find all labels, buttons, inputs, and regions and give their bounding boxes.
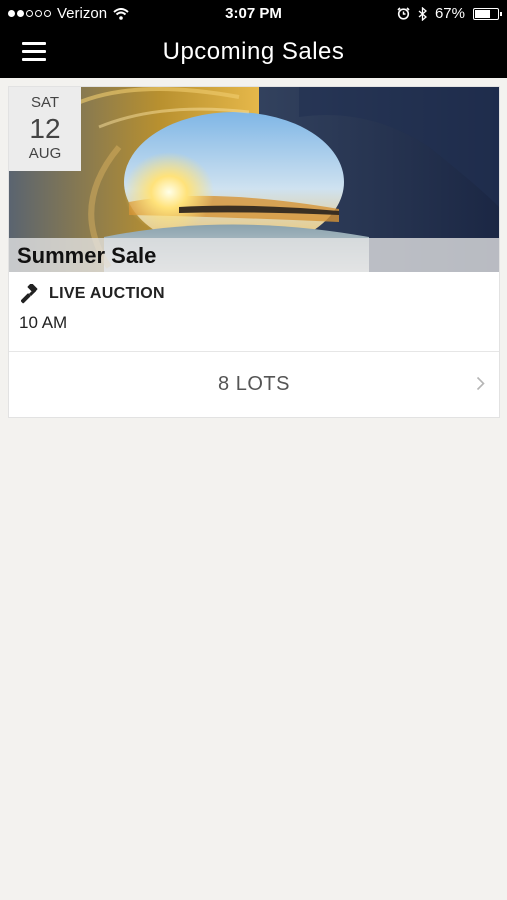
auction-type-label: LIVE AUCTION (49, 285, 165, 302)
sale-time: 10 AM (19, 313, 68, 332)
sale-title: Summer Sale (17, 243, 157, 268)
bluetooth-icon (418, 6, 427, 21)
sale-date-badge: SAT 12 AUG (9, 87, 81, 171)
sale-card[interactable]: SAT 12 AUG Summer Sale LIVE AUCTION 10 A… (8, 86, 500, 418)
sale-hero-image: SAT 12 AUG Summer Sale (9, 87, 499, 272)
sale-month: AUG (28, 145, 62, 162)
sale-day: 12 (29, 113, 61, 144)
sale-day-of-week: SAT (30, 94, 60, 111)
gavel-icon (21, 284, 38, 304)
lots-count: 8 LOTS (218, 373, 290, 395)
page-title: Upcoming Sales (162, 38, 345, 65)
nav-bar: Upcoming Sales (0, 28, 507, 78)
sale-title-strip: Summer Sale (9, 238, 499, 272)
view-lots-button[interactable]: 8 LOTS (9, 352, 499, 418)
battery-percent: 67% (434, 5, 465, 22)
chevron-right-icon (476, 376, 485, 391)
battery-icon (473, 7, 502, 20)
alarm-clock-icon (397, 7, 410, 20)
status-bar: Verizon 3:07 PM 67% (0, 0, 507, 28)
status-right: 67% (397, 5, 502, 22)
auction-type-row: LIVE AUCTION (21, 284, 165, 304)
